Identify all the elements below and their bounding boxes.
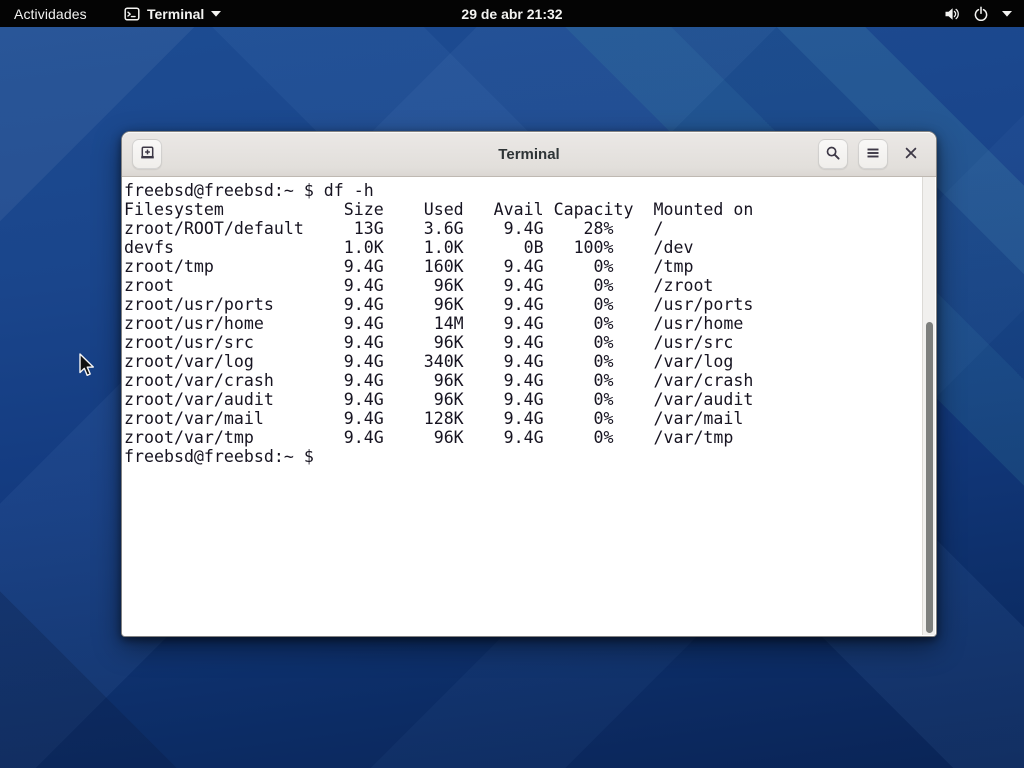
app-menu-button[interactable]: Terminal <box>124 0 221 27</box>
clock-label: 29 de abr 21:32 <box>461 6 562 22</box>
window-headerbar[interactable]: Terminal <box>122 132 936 177</box>
terminal-content-area[interactable]: freebsd@freebsd:~ $ df -h Filesystem Siz… <box>122 177 936 636</box>
activities-button[interactable]: Actividades <box>0 0 101 27</box>
system-status-area[interactable] <box>932 0 1024 27</box>
terminal-window: Terminal <box>121 131 937 637</box>
app-menu-label: Terminal <box>147 6 204 22</box>
tab-new-icon <box>139 144 156 164</box>
hamburger-icon <box>865 145 881 164</box>
menu-button[interactable] <box>858 139 888 169</box>
search-button[interactable] <box>818 139 848 169</box>
activities-label: Actividades <box>14 6 87 22</box>
close-button[interactable] <box>898 141 924 167</box>
scrollbar-thumb[interactable] <box>926 322 933 633</box>
new-tab-button[interactable] <box>132 139 162 169</box>
window-title: Terminal <box>122 146 936 163</box>
terminal-screen[interactable]: freebsd@freebsd:~ $ df -h Filesystem Siz… <box>124 181 753 466</box>
chevron-down-icon <box>211 11 221 17</box>
search-icon <box>825 145 841 164</box>
close-icon <box>904 146 918 163</box>
gnome-top-bar: Actividades Terminal 29 de abr 21:32 <box>0 0 1024 27</box>
chevron-down-icon <box>1002 11 1012 17</box>
volume-icon <box>944 6 960 22</box>
scrollbar-track[interactable] <box>922 177 935 635</box>
terminal-app-icon <box>124 6 140 22</box>
power-icon <box>973 6 989 22</box>
